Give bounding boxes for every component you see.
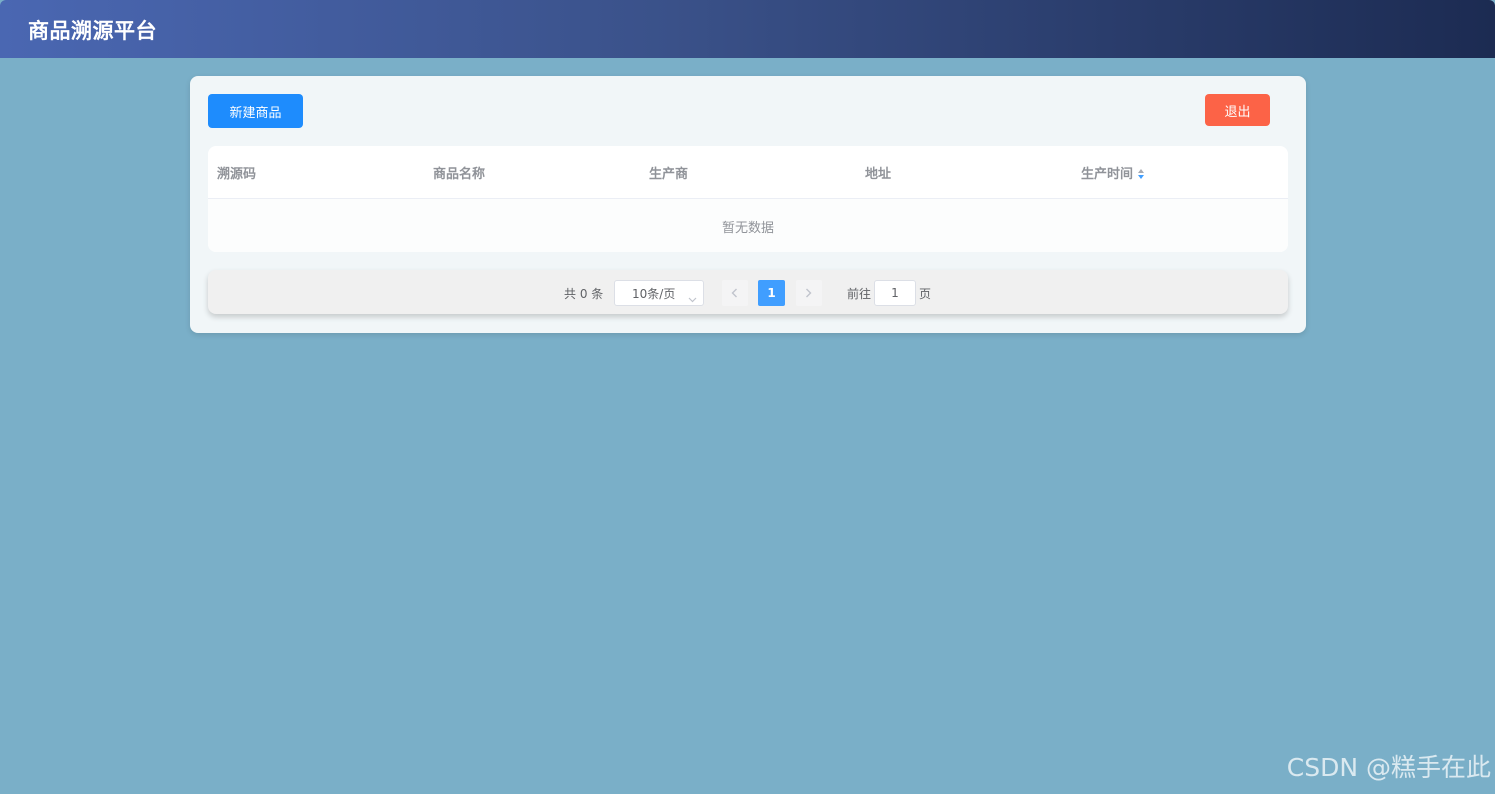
chevron-down-icon [688,288,697,307]
column-header-production-time-label: 生产时间 [1081,167,1134,182]
goto-page-input[interactable] [874,280,916,306]
app-header: 商品溯源平台 [0,0,1495,58]
page-size-value: 10条/页 [632,287,676,301]
product-table: 溯源码 商品名称 生产商 地址 生产时间 暂无数据 [208,146,1288,252]
empty-row: 暂无数据 [208,199,1288,252]
column-header-manufacturer: 生产商 [649,167,689,182]
column-header-product-name: 商品名称 [433,167,486,182]
column-header-production-time[interactable]: 生产时间 [1081,163,1145,182]
column-header-trace-code: 溯源码 [217,167,257,182]
table-header: 溯源码 商品名称 生产商 地址 生产时间 [208,146,1288,199]
empty-text: 暂无数据 [721,221,774,236]
next-page-button[interactable] [796,280,822,306]
page-size-select[interactable]: 10条/页 [614,280,704,306]
chevron-right-icon [806,288,812,298]
app-title: 商品溯源平台 [28,19,157,43]
new-product-button[interactable]: 新建商品 [208,94,303,128]
goto-label: 前往 [847,287,872,301]
pagination: 共 0 条 10条/页 1 前往 页 [208,270,1288,314]
page-suffix-label: 页 [919,287,932,301]
chevron-left-icon [731,288,737,298]
logout-button[interactable]: 退出 [1205,94,1270,126]
prev-page-button[interactable] [722,280,748,306]
page-number-current[interactable]: 1 [758,280,785,306]
main-card: 新建商品 退出 溯源码 商品名称 生产商 地址 生产时间 暂无数据 共 0 条 … [190,76,1306,333]
pagination-total: 共 0 条 [564,287,604,301]
column-header-address: 地址 [865,167,892,182]
csdn-watermark: CSDN @糕手在此 [1286,753,1491,782]
sort-caret-icon[interactable] [1137,168,1145,180]
